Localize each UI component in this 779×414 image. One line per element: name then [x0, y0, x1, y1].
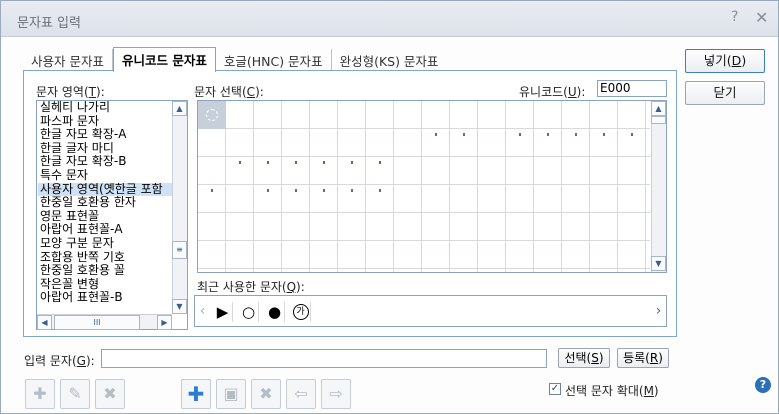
recent-char[interactable]: ● — [265, 302, 285, 322]
recent-prev-icon[interactable]: ‹ — [195, 296, 210, 326]
area-list-item[interactable]: 한글 글자 마디 — [38, 142, 172, 156]
close-button[interactable]: 닫기 — [685, 81, 765, 105]
scroll-down-icon[interactable]: ▼ — [172, 299, 187, 314]
area-horizontal-scrollbar[interactable]: ◀ III ▶ — [37, 314, 172, 330]
recent-char[interactable]: 가 — [291, 302, 311, 322]
tab-unicode-charset[interactable]: 유니코드 문자표 — [112, 47, 216, 72]
input-chars-field[interactable] — [101, 349, 547, 368]
char-glyph-mark — [603, 133, 605, 136]
char-glyph-mark — [351, 189, 353, 192]
arrow-left-icon[interactable]: ⇦ — [286, 379, 316, 409]
enlarge-label: 선택 문자 확대(M) — [565, 384, 659, 398]
tab-user-charset[interactable]: 사용자 문자표 — [23, 49, 113, 71]
rename-set-icon[interactable]: ✎ — [60, 379, 90, 409]
area-list-item[interactable]: 작은꼴 변형 — [38, 278, 172, 292]
character-map-dialog: 문자표 입력 ? ✕ 사용자 문자표 유니코드 문자표 호글(HNC) 문자표 … — [0, 0, 779, 414]
char-glyph-mark — [267, 161, 269, 164]
char-glyph-mark — [463, 133, 465, 136]
char-glyph-mark — [631, 133, 633, 136]
delete-set-icon[interactable]: ✖ — [95, 379, 125, 409]
char-glyph-mark — [323, 189, 325, 192]
insert-button[interactable]: 넣기(D) — [685, 49, 765, 73]
help-icon[interactable]: ? — [731, 9, 738, 25]
character-grid[interactable]: ▲ ▼ — [197, 100, 667, 273]
character-grid-cells[interactable] — [198, 101, 650, 272]
area-list-item[interactable]: 아랍어 표현꼴-B — [38, 291, 172, 305]
scroll-right-icon[interactable]: ▶ — [157, 315, 172, 330]
register-button[interactable]: 등록(R) — [617, 348, 669, 368]
recent-char[interactable]: ○ — [239, 302, 259, 322]
grid-scroll-thumb[interactable] — [651, 116, 666, 124]
char-glyph-mark — [575, 133, 577, 136]
grid-scroll-down-icon[interactable]: ▼ — [651, 256, 666, 271]
area-list: 실헤티 나가리 파스파 문자 한글 자모 확장-A 한글 글자 마디 한글 자모 확장-… — [38, 101, 172, 314]
char-glyph-mark — [379, 161, 381, 164]
arrow-right-icon[interactable]: ⇨ — [321, 379, 351, 409]
hscroll-thumb[interactable]: III — [54, 315, 140, 330]
enlarge-checkbox[interactable]: ✓ — [549, 383, 561, 395]
select-button[interactable]: 선택(S) — [558, 348, 610, 368]
plus-icon[interactable]: ✚ — [181, 379, 211, 409]
recent-next-icon[interactable]: › — [651, 296, 666, 326]
help-button-icon[interactable]: ? — [755, 377, 771, 393]
area-list-item[interactable]: 실헤티 나가리 — [38, 101, 172, 115]
area-vertical-scrollbar[interactable]: ▲ ≡ ▼ — [172, 101, 187, 314]
recent-char[interactable]: ▶ — [213, 302, 233, 322]
area-list-item[interactable]: 모양 구분 문자 — [38, 237, 172, 251]
char-glyph-mark — [323, 161, 325, 164]
char-glyph-mark — [267, 189, 269, 192]
char-glyph-mark — [239, 161, 241, 164]
area-list-item[interactable]: 한중일 호환용 꼴 — [38, 264, 172, 278]
recent-char-text: 가 — [292, 304, 309, 320]
edit-icon[interactable]: ▣ — [216, 379, 246, 409]
char-select-label: 문자 선택(C): — [194, 85, 264, 99]
char-glyph-mark — [211, 189, 213, 192]
scroll-up-icon[interactable]: ▲ — [172, 101, 187, 116]
recent-chars-strip: ‹ ▶ ○ ● 가 › — [194, 295, 667, 327]
scroll-thumb[interactable]: ≡ — [172, 241, 187, 259]
area-label: 문자 영역(T): — [36, 85, 105, 99]
char-glyph-mark — [547, 133, 549, 136]
unicode-label: 유니코드(U): — [519, 85, 586, 99]
recent-label: 최근 사용한 문자(Q): — [197, 280, 305, 294]
area-list-item[interactable]: 한글 자모 확장-A — [38, 128, 172, 142]
add-set-icon[interactable]: ✚ — [25, 379, 55, 409]
area-list-item[interactable]: 한중일 호환용 한자 — [38, 196, 172, 210]
char-glyph-mark — [519, 133, 521, 136]
tab-strip: 사용자 문자표 유니코드 문자표 호글(HNC) 문자표 완성형(KS) 문자표 — [23, 47, 447, 72]
grid-vertical-scrollbar[interactable]: ▲ ▼ — [651, 101, 666, 272]
area-list-item[interactable]: 사용자 영역(옛한글 포함 — [38, 182, 172, 197]
tab-ks-charset[interactable]: 완성형(KS) 문자표 — [332, 49, 447, 71]
tab-hnc-charset[interactable]: 호글(HNC) 문자표 — [216, 49, 332, 71]
char-glyph-mark — [295, 189, 297, 192]
char-glyph-mark — [435, 133, 437, 136]
unicode-input[interactable]: E000 — [597, 80, 667, 97]
window-title: 문자표 입력 — [17, 16, 81, 31]
selected-char-cell[interactable] — [198, 101, 226, 129]
area-list-item[interactable]: 영문 표현꼴 — [38, 210, 172, 224]
char-glyph-mark — [351, 161, 353, 164]
area-list-item[interactable]: 파스파 문자 — [38, 115, 172, 129]
area-list-item[interactable]: 조합용 반쪽 기호 — [38, 251, 172, 265]
delete-icon[interactable]: ✖ — [251, 379, 281, 409]
area-list-item[interactable]: 한글 자모 확장-B — [38, 155, 172, 169]
grid-scroll-up-icon[interactable]: ▲ — [651, 101, 666, 116]
area-list-item[interactable]: 특수 문자 — [38, 169, 172, 183]
char-glyph-mark — [295, 161, 297, 164]
title-bar: 문자표 입력 ? ✕ — [1, 1, 778, 37]
close-icon[interactable]: ✕ — [755, 8, 768, 27]
input-label: 입력 문자(G): — [24, 354, 95, 368]
char-glyph-mark — [379, 189, 381, 192]
area-list-item[interactable]: 아랍어 표현꼴-A — [38, 223, 172, 237]
area-listbox[interactable]: 실헤티 나가리 파스파 문자 한글 자모 확장-A 한글 글자 마디 한글 자모 확장-… — [36, 100, 188, 330]
scroll-left-icon[interactable]: ◀ — [37, 315, 52, 330]
